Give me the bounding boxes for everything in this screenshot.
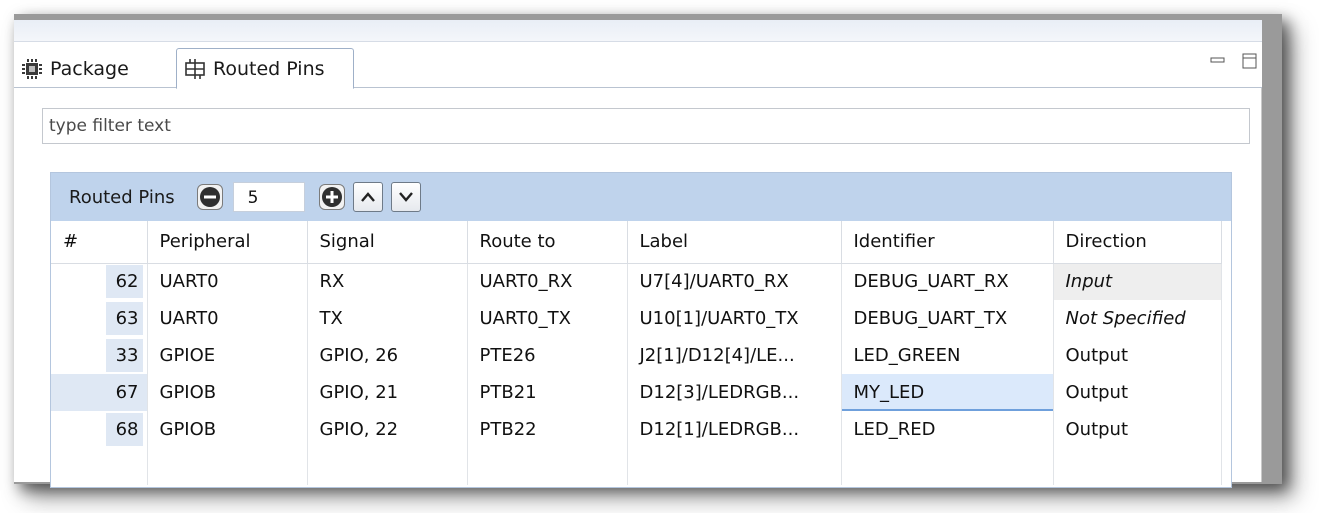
table-header-row: # Peripheral Signal Route to Label Ident… xyxy=(51,221,1222,264)
pin-count-field[interactable]: 5 xyxy=(232,182,305,212)
chevron-down-icon xyxy=(398,192,413,202)
column-header-peripheral[interactable]: Peripheral xyxy=(147,221,308,264)
cell-direction[interactable]: Output xyxy=(1053,411,1222,448)
routed-pins-icon xyxy=(183,57,207,81)
plus-icon xyxy=(321,187,342,207)
cell-label[interactable]: J2[1]/D12[4]/LE... xyxy=(627,337,842,374)
column-header-identifier[interactable]: Identifier xyxy=(841,221,1054,264)
routed-pins-table: # Peripheral Signal Route to Label Ident… xyxy=(51,221,1222,485)
cell-identifier-editing[interactable]: MY_LED xyxy=(841,374,1054,411)
tab-routed-pins-label: Routed Pins xyxy=(213,57,325,80)
tab-package[interactable]: Package xyxy=(14,48,176,89)
cell-number: 62 xyxy=(51,263,148,300)
cell-label[interactable]: U7[4]/UART0_RX xyxy=(627,263,842,300)
table-row[interactable]: 62 UART0 RX UART0_RX U7[4]/UART0_RX DEBU… xyxy=(51,263,1222,300)
cell-identifier[interactable]: LED_RED xyxy=(841,411,1054,448)
cell-route-to[interactable]: PTE26 xyxy=(467,337,628,374)
move-up-button[interactable] xyxy=(352,182,383,212)
filter-input[interactable]: type filter text xyxy=(42,108,1250,144)
column-header-label[interactable]: Label xyxy=(627,221,842,264)
column-header-signal[interactable]: Signal xyxy=(307,221,468,264)
cell-label[interactable]: D12[3]/LEDRGB... xyxy=(627,374,842,411)
cell-signal[interactable]: GPIO, 22 xyxy=(307,411,468,448)
cell-direction[interactable]: Input xyxy=(1053,263,1222,300)
cell-number: 33 xyxy=(51,337,148,374)
cell-peripheral[interactable]: GPIOB xyxy=(147,374,308,411)
table-row[interactable]: 63 UART0 TX UART0_TX U10[1]/UART0_TX DEB… xyxy=(51,300,1222,337)
cell-signal[interactable]: GPIO, 21 xyxy=(307,374,468,411)
table-row[interactable]: 68 GPIOB GPIO, 22 PTB22 D12[1]/LEDRGB...… xyxy=(51,411,1222,448)
table-empty-row xyxy=(51,448,1222,485)
window-frame: Package Routed Pins type filter text Rou… xyxy=(14,14,1282,488)
cell-peripheral[interactable]: GPIOB xyxy=(147,411,308,448)
routed-pins-panel: Routed Pins 5 # Peripheral Signal Route … xyxy=(50,172,1232,488)
chevron-up-icon xyxy=(360,192,375,202)
table-row-selected[interactable]: 67 GPIOB GPIO, 21 PTB21 D12[3]/LEDRGB...… xyxy=(51,374,1222,411)
column-header-route-to[interactable]: Route to xyxy=(467,221,628,264)
cell-number: 63 xyxy=(51,300,148,337)
tab-routed-pins[interactable]: Routed Pins xyxy=(176,48,354,89)
cell-route-to[interactable]: UART0_RX xyxy=(467,263,628,300)
routed-pins-view: Package Routed Pins type filter text Rou… xyxy=(14,20,1262,488)
minimize-icon[interactable] xyxy=(1209,52,1227,70)
minus-icon xyxy=(199,187,220,207)
column-header-number[interactable]: # xyxy=(51,221,148,264)
cell-direction[interactable]: Not Specified xyxy=(1053,300,1222,337)
cell-identifier[interactable]: DEBUG_UART_TX xyxy=(841,300,1054,337)
cell-direction[interactable]: Output xyxy=(1053,337,1222,374)
cell-direction[interactable]: Output xyxy=(1053,374,1222,411)
move-down-button[interactable] xyxy=(390,182,421,212)
title-strip xyxy=(14,20,1262,42)
cell-identifier[interactable]: DEBUG_UART_RX xyxy=(841,263,1054,300)
tab-package-label: Package xyxy=(50,57,129,80)
cell-signal[interactable]: GPIO, 26 xyxy=(307,337,468,374)
cell-signal[interactable]: RX xyxy=(307,263,468,300)
remove-pin-button[interactable] xyxy=(196,184,223,210)
cell-signal[interactable]: TX xyxy=(307,300,468,337)
cell-peripheral[interactable]: GPIOE xyxy=(147,337,308,374)
table-row[interactable]: 33 GPIOE GPIO, 26 PTE26 J2[1]/D12[4]/LE.… xyxy=(51,337,1222,374)
cell-peripheral[interactable]: UART0 xyxy=(147,263,308,300)
maximize-icon[interactable] xyxy=(1241,52,1259,70)
chip-icon xyxy=(20,57,44,81)
cell-identifier[interactable]: LED_GREEN xyxy=(841,337,1054,374)
cell-number: 68 xyxy=(51,411,148,448)
add-pin-button[interactable] xyxy=(318,184,345,210)
cell-peripheral[interactable]: UART0 xyxy=(147,300,308,337)
cell-label[interactable]: D12[1]/LEDRGB... xyxy=(627,411,842,448)
cell-route-to[interactable]: PTB21 xyxy=(467,374,628,411)
cell-label[interactable]: U10[1]/UART0_TX xyxy=(627,300,842,337)
panel-header: Routed Pins 5 xyxy=(51,173,1231,221)
cell-route-to[interactable]: UART0_TX xyxy=(467,300,628,337)
panel-title: Routed Pins xyxy=(69,186,175,208)
cell-number: 67 xyxy=(51,374,148,411)
column-header-direction[interactable]: Direction xyxy=(1053,221,1222,264)
tab-bar: Package Routed Pins xyxy=(14,42,1262,89)
cell-route-to[interactable]: PTB22 xyxy=(467,411,628,448)
